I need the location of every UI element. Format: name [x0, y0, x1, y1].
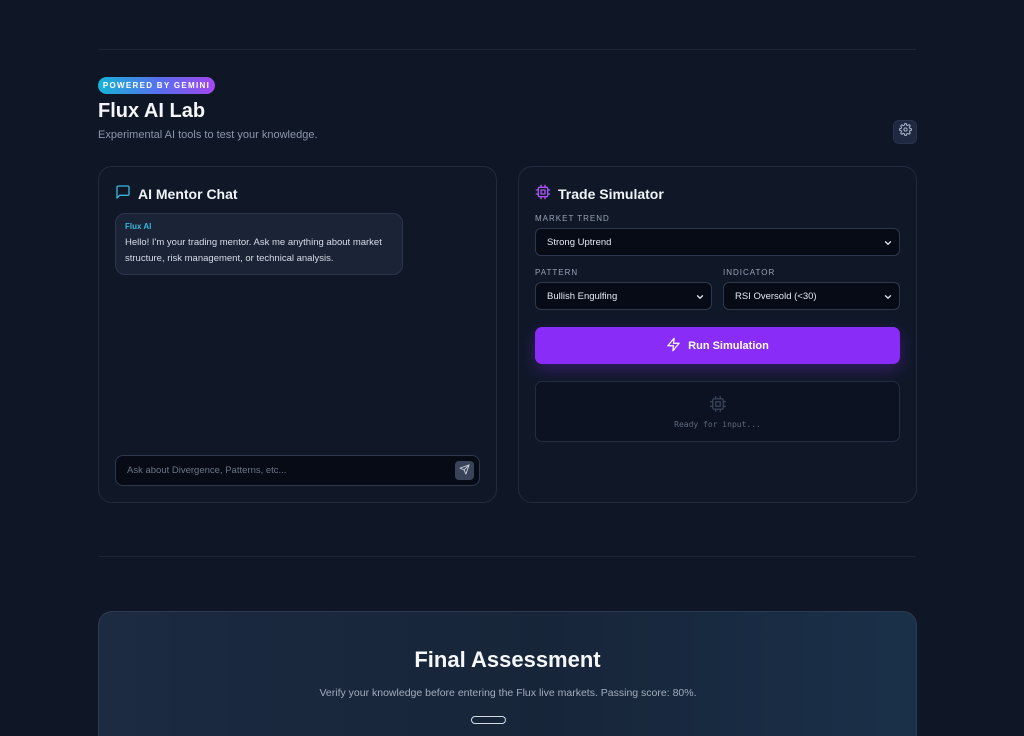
chat-input-container [115, 455, 480, 486]
page-title: Flux AI Lab [98, 100, 206, 122]
run-simulation-button[interactable]: Run Simulation [535, 327, 900, 364]
message-text: Hello! I'm your trading mentor. Ask me a… [125, 237, 382, 264]
page-subtitle: Experimental AI tools to test your knowl… [98, 129, 318, 141]
indicator-label: INDICATOR [723, 268, 776, 277]
mentor-chat-card: AI Mentor Chat Flux AI Hello! I'm your t… [98, 166, 497, 503]
pattern-value: Bullish Engulfing [547, 290, 618, 302]
send-button[interactable] [455, 461, 474, 480]
message-author: Flux AI [125, 222, 152, 231]
market-trend-select[interactable]: Strong Uptrend [535, 228, 900, 256]
powered-by-badge: POWERED BY GEMINI [98, 77, 215, 94]
lightning-icon [666, 337, 681, 355]
assessment-progress-pill [471, 716, 506, 724]
cpu-chip-icon [535, 184, 551, 203]
assessment-text: Verify your knowledge before entering th… [319, 687, 697, 699]
simulator-card-header: Trade Simulator [535, 184, 664, 203]
pattern-label: PATTERN [535, 268, 579, 277]
run-simulation-label: Run Simulation [688, 339, 769, 352]
chevron-down-icon [883, 238, 893, 251]
chat-message: Flux AI Hello! I'm your trading mentor. … [115, 213, 403, 275]
market-trend-value: Strong Uptrend [547, 236, 612, 248]
market-trend-label: MARKET TREND [535, 214, 610, 223]
indicator-select[interactable]: RSI Oversold (<30) [723, 282, 900, 310]
pattern-select[interactable]: Bullish Engulfing [535, 282, 712, 310]
send-icon [459, 462, 470, 480]
assessment-title: Final Assessment [414, 647, 601, 672]
simulator-card-title: Trade Simulator [558, 185, 664, 202]
top-divider [98, 49, 916, 50]
output-status: Ready for input... [674, 420, 761, 429]
simulation-output: Ready for input... [535, 381, 900, 442]
chat-card-header: AI Mentor Chat [115, 184, 238, 203]
chat-bubble-icon [115, 184, 131, 203]
final-assessment-card: Final Assessment Verify your knowledge b… [98, 611, 917, 736]
cpu-chip-icon [709, 395, 727, 418]
chevron-down-icon [695, 292, 705, 305]
chevron-down-icon [883, 292, 893, 305]
trade-simulator-card: Trade Simulator MARKET TREND Strong Uptr… [518, 166, 917, 503]
section-divider [98, 556, 916, 557]
settings-button[interactable] [893, 120, 917, 144]
gear-icon [898, 123, 912, 141]
chat-input[interactable] [116, 456, 446, 485]
chat-card-title: AI Mentor Chat [138, 185, 238, 202]
indicator-value: RSI Oversold (<30) [735, 290, 817, 302]
